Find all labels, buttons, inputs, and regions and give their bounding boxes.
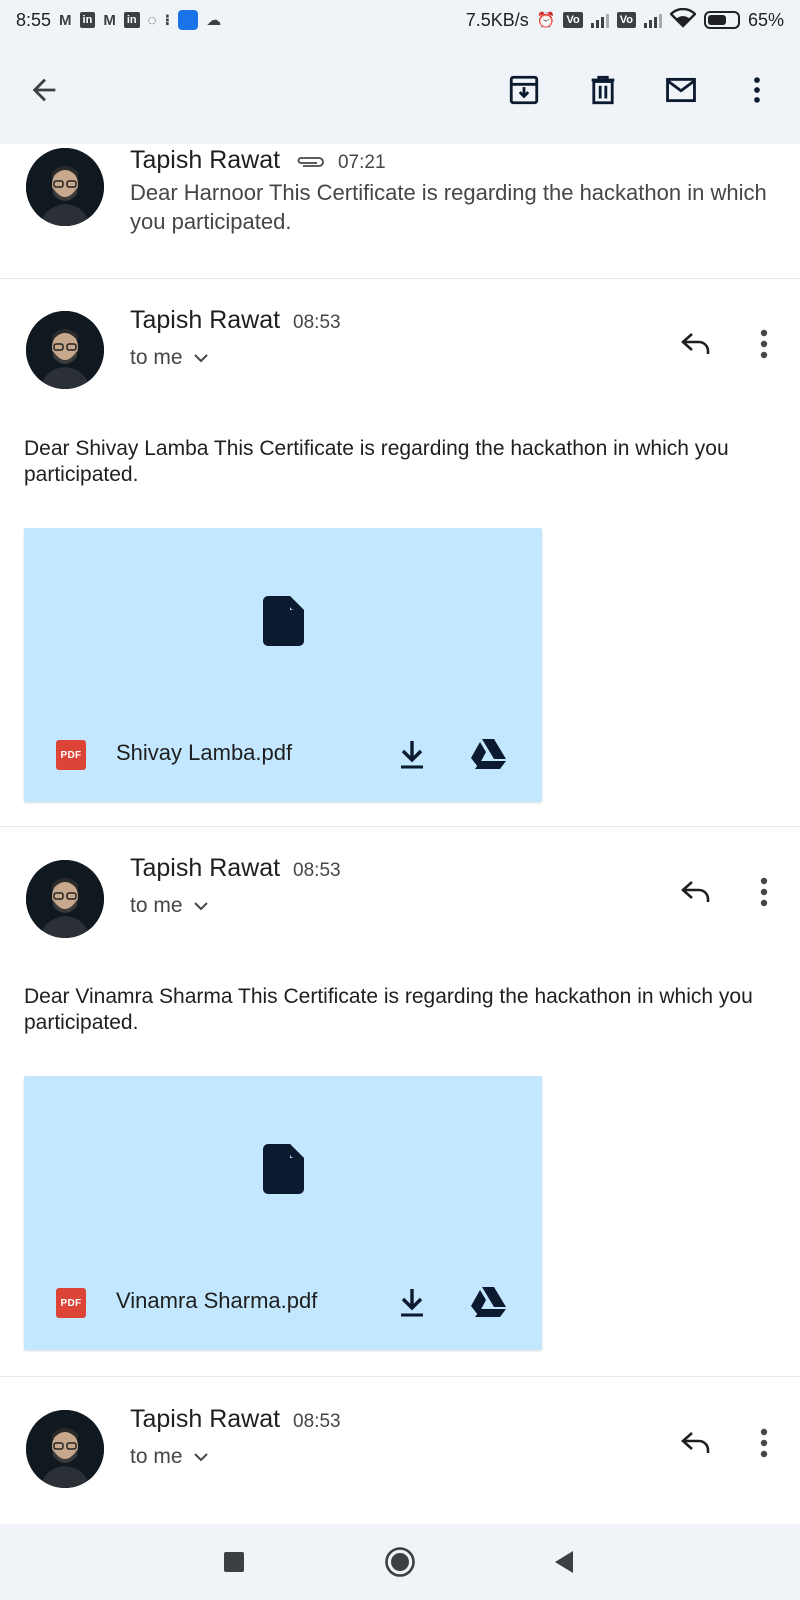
avatar — [26, 311, 104, 389]
chevron-down-icon — [193, 354, 208, 363]
document-icon — [263, 1144, 304, 1194]
document-icon — [263, 596, 304, 646]
gmail-icon: M — [59, 11, 72, 29]
message-body: Dear Shivay Lamba This Certificate is re… — [24, 437, 729, 486]
sender-name: Tapish Rawat — [130, 854, 281, 882]
reply-button[interactable] — [674, 870, 718, 914]
pdf-file-icon: PDF — [56, 740, 86, 770]
reply-button[interactable] — [674, 322, 718, 366]
download-icon — [401, 741, 423, 769]
linkedin-icon: in — [123, 12, 140, 28]
chevron-down-icon — [193, 1453, 208, 1462]
status-time: 8:55 — [16, 9, 52, 30]
divider — [0, 1376, 800, 1377]
more-vert-icon — [754, 77, 760, 103]
whatsapp-icon: ◌ — [147, 11, 157, 29]
message-more-button[interactable] — [742, 870, 786, 914]
more-vert-icon — [760, 877, 768, 907]
divider — [0, 278, 800, 279]
more-options-button[interactable] — [733, 66, 781, 114]
save-to-drive-button[interactable] — [466, 1280, 510, 1324]
sender-name: Tapish Rawat — [130, 146, 281, 174]
recipient-details-toggle[interactable]: to me — [130, 346, 209, 370]
recents-button[interactable] — [210, 1538, 258, 1586]
back-nav-button[interactable] — [540, 1538, 588, 1586]
volte-icon: Vo — [563, 12, 583, 28]
volte-icon: Vo — [616, 12, 636, 28]
home-button[interactable] — [376, 1538, 424, 1586]
download-button[interactable] — [390, 732, 434, 776]
more-vert-icon — [760, 329, 768, 359]
sender-name: Tapish Rawat — [130, 306, 281, 334]
signal-icon — [590, 12, 609, 28]
steps-icon: ⁝ — [164, 12, 171, 29]
message-time: 08:53 — [293, 860, 341, 881]
attachment-filename: Vinamra Sharma.pdf — [116, 1288, 318, 1313]
recipient-details-toggle[interactable]: to me — [130, 1445, 209, 1469]
attachment-filename: Shivay Lamba.pdf — [116, 740, 293, 765]
recipient-label: to me — [130, 346, 183, 369]
google-drive-icon — [471, 739, 506, 769]
download-icon — [401, 1289, 423, 1317]
message-more-button[interactable] — [742, 322, 786, 366]
divider — [0, 826, 800, 827]
reply-button[interactable] — [674, 1421, 718, 1465]
chevron-down-icon — [193, 902, 208, 911]
download-button[interactable] — [390, 1280, 434, 1324]
avatar — [26, 1410, 104, 1488]
attachment-card[interactable]: PDF Shivay Lamba.pdf — [24, 528, 542, 802]
wifi-icon — [669, 7, 697, 33]
battery-fill — [707, 15, 727, 25]
message-body: Dear Vinamra Sharma This Certificate is … — [24, 985, 753, 1034]
alarm-icon: ⏰ — [536, 12, 556, 29]
recents-icon — [224, 1552, 244, 1572]
message-more-button[interactable] — [742, 1421, 786, 1465]
attachment-card[interactable]: PDF Vinamra Sharma.pdf — [24, 1076, 542, 1350]
status-bar: 8:55 M in M in ◌ ⁝ ☁ 7.5KB/s ⏰ Vo Vo 65% — [0, 0, 800, 40]
reply-icon — [681, 1432, 710, 1453]
archive-button[interactable] — [500, 66, 548, 114]
mark-unread-button[interactable] — [657, 66, 705, 114]
delete-button[interactable] — [579, 66, 627, 114]
message-time: 07:21 — [337, 152, 386, 173]
message-time: 08:53 — [293, 312, 341, 333]
recipient-label: to me — [130, 894, 183, 917]
back-button[interactable] — [20, 66, 68, 114]
more-vert-icon — [760, 1428, 768, 1458]
avatar — [26, 148, 104, 226]
attachment-icon — [295, 147, 325, 176]
recipient-details-toggle[interactable]: to me — [130, 894, 209, 918]
save-to-drive-button[interactable] — [466, 732, 510, 776]
system-nav-bar — [0, 1524, 800, 1600]
delete-icon — [591, 75, 615, 105]
recipient-label: to me — [130, 1445, 183, 1468]
conversation-thread[interactable]: Tapish Rawat 07:21 Dear Harnoor This Cer… — [0, 144, 800, 1524]
linkedin-icon: in — [79, 12, 96, 28]
reply-icon — [681, 333, 710, 354]
google-drive-icon — [471, 1287, 506, 1317]
avatar — [26, 860, 104, 938]
message-time: 08:53 — [293, 1411, 341, 1432]
back-triangle-icon — [555, 1551, 573, 1573]
archive-icon — [509, 75, 539, 105]
mark-unread-icon — [666, 77, 696, 103]
reply-icon — [681, 881, 710, 902]
sender-name: Tapish Rawat — [130, 1405, 281, 1433]
pdf-file-icon: PDF — [56, 1288, 86, 1318]
home-icon — [385, 1547, 415, 1577]
message-snippet: Dear Harnoor This Certificate is regardi… — [130, 180, 767, 234]
app-icon — [178, 10, 199, 30]
gmail-icon: M — [103, 11, 116, 29]
top-toolbar — [0, 40, 800, 144]
cloud-icon: ☁ — [206, 12, 222, 29]
network-speed: 7.5KB/s — [465, 9, 529, 30]
signal-icon — [643, 12, 662, 28]
battery-icon — [703, 11, 740, 29]
back-icon — [32, 78, 56, 102]
battery-percent: 65% — [747, 9, 784, 30]
